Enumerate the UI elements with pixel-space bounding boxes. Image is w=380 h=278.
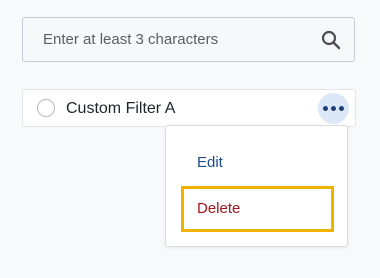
- search-icon[interactable]: [321, 30, 341, 50]
- filter-label: Custom Filter A: [66, 100, 176, 117]
- filter-actions-menu: Edit Delete: [165, 125, 348, 247]
- filter-row[interactable]: Custom Filter A: [22, 89, 356, 127]
- menu-item-delete[interactable]: Delete: [181, 186, 334, 232]
- menu-item-edit[interactable]: Edit: [181, 140, 334, 186]
- search-box[interactable]: [22, 17, 355, 62]
- filter-radio-button[interactable]: [37, 99, 55, 117]
- search-input[interactable]: [43, 18, 313, 61]
- more-options-button[interactable]: [318, 93, 349, 124]
